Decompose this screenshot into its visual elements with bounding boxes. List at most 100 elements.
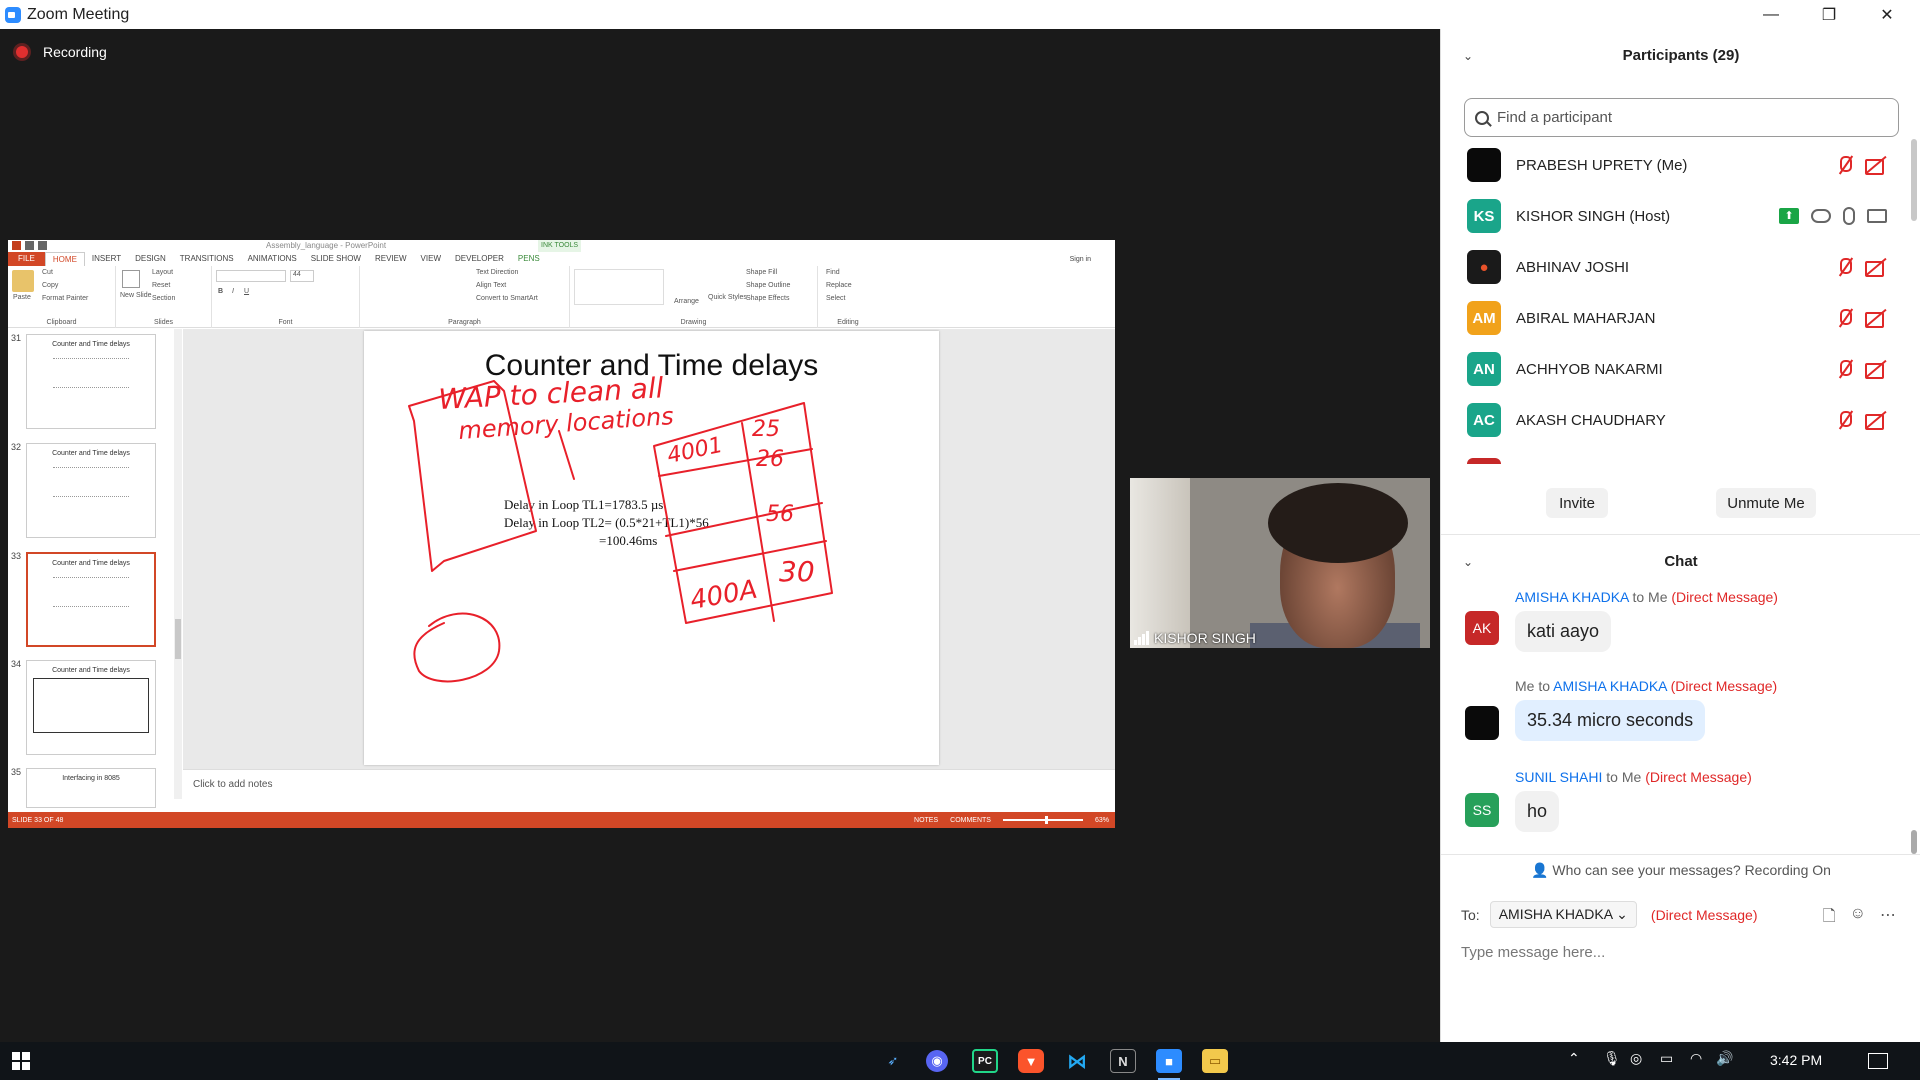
close-button[interactable]: ✕: [1858, 0, 1916, 29]
participant-row[interactable]: ● ABHINAV JOSHI: [1467, 247, 1887, 287]
notes-toggle[interactable]: NOTES: [914, 817, 938, 824]
chat-scrollbar[interactable]: [1911, 830, 1917, 854]
show-hidden-icons[interactable]: ⌃: [1568, 1050, 1580, 1067]
paste-button[interactable]: Paste: [13, 294, 31, 301]
chat-sender[interactable]: AMISHA KHADKA: [1515, 589, 1629, 605]
shared-screen-powerpoint[interactable]: Assembly_language - PowerPoint INK TOOLS…: [8, 240, 1115, 828]
sign-in-link[interactable]: Sign in: [1070, 256, 1091, 263]
slide-thumbnail-selected[interactable]: Counter and Time delays: [26, 552, 156, 647]
file-icon[interactable]: 🗋: [1823, 905, 1836, 932]
new-slide-button[interactable]: New Slide: [120, 292, 152, 299]
current-slide[interactable]: Counter and Time delays Delay in Loop TL…: [364, 331, 939, 765]
participants-scrollbar[interactable]: [1911, 139, 1917, 221]
recording-indicator[interactable]: Recording: [16, 44, 107, 60]
video-tile[interactable]: KISHOR SINGH: [1130, 478, 1430, 648]
emoji-icon[interactable]: ☺: [1850, 905, 1866, 932]
discord-tray-icon[interactable]: ◎: [1630, 1050, 1642, 1067]
find-button[interactable]: Find: [826, 269, 840, 276]
chat-bubble[interactable]: ho: [1515, 791, 1560, 832]
italic-button[interactable]: I: [232, 288, 234, 295]
restore-button[interactable]: ❐: [1800, 0, 1858, 29]
participant-row[interactable]: KS KISHOR SINGH (Host) ⬆: [1467, 196, 1887, 236]
zoom-taskbar-icon[interactable]: ■: [1156, 1049, 1182, 1080]
text-direction-button[interactable]: Text Direction: [476, 269, 518, 276]
pycharm-icon[interactable]: PC: [972, 1049, 998, 1073]
recipient-select[interactable]: AMISHA KHADKA ⌄: [1489, 901, 1637, 928]
brave-browser-icon[interactable]: ▼: [1018, 1049, 1044, 1073]
tab-pens[interactable]: PENS: [511, 252, 547, 266]
chat-recipient[interactable]: AMISHA KHADKA: [1553, 678, 1667, 694]
slide-thumbnail[interactable]: Counter and Time delays: [26, 443, 156, 538]
convert-smartart-button[interactable]: Convert to SmartArt: [476, 295, 538, 302]
notion-icon[interactable]: N: [1110, 1049, 1136, 1073]
cut-button[interactable]: Cut: [42, 269, 53, 276]
participant-row[interactable]: PRABESH UPRETY (Me): [1467, 145, 1887, 185]
shape-fill-button[interactable]: Shape Fill: [746, 269, 777, 276]
vscode-icon[interactable]: ⋈: [1064, 1049, 1090, 1073]
slide-thumbnail[interactable]: Counter and Time delays: [26, 660, 156, 755]
comments-toggle[interactable]: COMMENTS: [950, 817, 991, 824]
tab-view[interactable]: VIEW: [414, 252, 448, 266]
select-button[interactable]: Select: [826, 295, 845, 302]
more-icon[interactable]: ⋯: [1880, 905, 1896, 932]
paste-icon[interactable]: [12, 270, 34, 292]
format-painter-button[interactable]: Format Painter: [42, 295, 88, 302]
align-text-button[interactable]: Align Text: [476, 282, 506, 289]
bold-button[interactable]: B: [218, 288, 223, 295]
microphone-icon[interactable]: 🎙: [1603, 1050, 1621, 1067]
tab-transitions[interactable]: TRANSITIONS: [173, 252, 241, 266]
notes-pane[interactable]: Click to add notes: [183, 769, 1115, 799]
save-icon[interactable]: [25, 241, 34, 250]
slide-thumbnail[interactable]: Counter and Time delays: [26, 334, 156, 429]
slide-thumbnails-pane[interactable]: 31 Counter and Time delays 32 Counter an…: [8, 329, 182, 808]
zoom-slider[interactable]: [1002, 816, 1083, 824]
invite-button[interactable]: Invite: [1546, 488, 1608, 518]
shape-effects-button[interactable]: Shape Effects: [746, 295, 789, 302]
undo-icon[interactable]: [38, 241, 47, 250]
chat-sender[interactable]: SUNIL SHAHI: [1515, 769, 1602, 785]
tab-home[interactable]: HOME: [44, 251, 85, 267]
new-slide-icon[interactable]: [122, 270, 140, 288]
tab-file[interactable]: FILE: [8, 252, 45, 266]
slide-thumbnail[interactable]: Interfacing in 8085: [26, 768, 156, 808]
taskbar-clock[interactable]: 3:42 PM: [1770, 1052, 1822, 1068]
tab-insert[interactable]: INSERT: [85, 252, 128, 266]
section-button[interactable]: Section: [152, 295, 175, 302]
font-size-select[interactable]: 44: [290, 270, 314, 282]
tab-slide-show[interactable]: SLIDE SHOW: [304, 252, 368, 266]
shape-outline-button[interactable]: Shape Outline: [746, 282, 790, 289]
discord-icon[interactable]: ◉: [926, 1050, 948, 1072]
layout-button[interactable]: Layout: [152, 269, 173, 276]
wifi-icon[interactable]: ◠: [1690, 1050, 1702, 1067]
app-icon[interactable]: ➶: [880, 1049, 906, 1073]
participant-search-input[interactable]: Find a participant: [1464, 98, 1899, 137]
replace-button[interactable]: Replace: [826, 282, 852, 289]
who-can-see-link[interactable]: 👤 Who can see your messages? Recording O…: [1441, 862, 1920, 879]
battery-icon[interactable]: ▭: [1660, 1050, 1673, 1067]
underline-button[interactable]: U: [244, 288, 249, 295]
minimize-button[interactable]: —: [1742, 0, 1800, 29]
thumbnails-scrollbar[interactable]: [174, 329, 182, 799]
file-explorer-icon[interactable]: ▭: [1202, 1049, 1228, 1073]
arrange-button[interactable]: Arrange: [674, 298, 699, 305]
notifications-icon[interactable]: [1868, 1053, 1888, 1069]
chat-bubble[interactable]: 35.34 micro seconds: [1515, 700, 1706, 741]
chat-bubble[interactable]: kati aayo: [1515, 611, 1612, 652]
volume-icon[interactable]: 🔊: [1716, 1050, 1733, 1067]
participant-row[interactable]: AM ABIRAL MAHARJAN: [1467, 298, 1887, 338]
tab-review[interactable]: REVIEW: [368, 252, 414, 266]
windows-start-icon[interactable]: [12, 1052, 30, 1070]
shapes-gallery[interactable]: [574, 269, 664, 305]
participant-row[interactable]: AN ACHHYOB NAKARMI: [1467, 349, 1887, 389]
tab-developer[interactable]: DEVELOPER: [448, 252, 511, 266]
copy-button[interactable]: Copy: [42, 282, 58, 289]
chat-message-input[interactable]: Type message here...: [1461, 944, 1605, 961]
quick-styles-button[interactable]: Quick Styles: [708, 294, 747, 301]
unmute-me-button[interactable]: Unmute Me: [1716, 488, 1816, 518]
participant-row[interactable]: AC AKASH CHAUDHARY: [1467, 400, 1887, 440]
tab-design[interactable]: DESIGN: [128, 252, 173, 266]
font-family-select[interactable]: [216, 270, 286, 282]
tab-animations[interactable]: ANIMATIONS: [241, 252, 304, 266]
zoom-level[interactable]: 63%: [1095, 817, 1109, 824]
reset-button[interactable]: Reset: [152, 282, 170, 289]
